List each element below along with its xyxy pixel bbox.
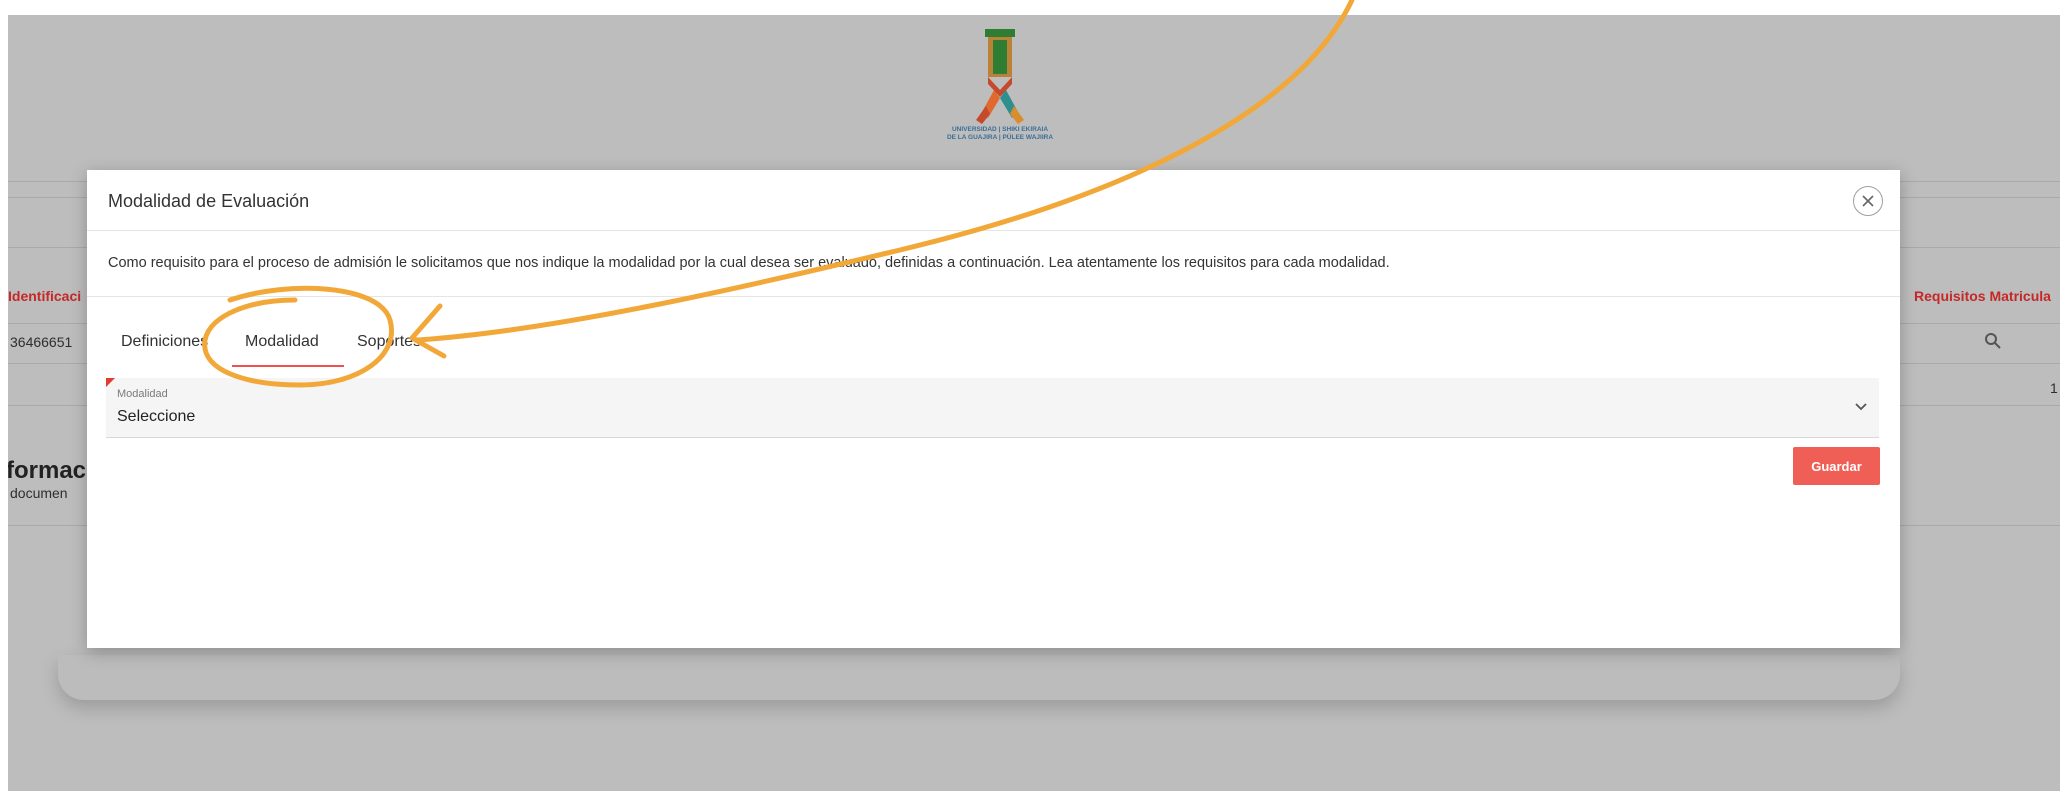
modalidad-evaluacion-modal: Modalidad de Evaluación Como requisito p… bbox=[87, 170, 1900, 648]
logo-text: UNIVERSIDAD | SHIKI EKIRAIA DE LA GUAJIR… bbox=[946, 126, 1054, 141]
background-card bbox=[58, 655, 1900, 700]
select-value: Seleccione bbox=[117, 408, 196, 425]
tab-soportes[interactable]: Soportes bbox=[357, 333, 421, 351]
search-icon[interactable] bbox=[1984, 332, 2002, 350]
required-marker bbox=[106, 378, 115, 387]
modal-divider bbox=[87, 296, 1900, 297]
tab-modalidad[interactable]: Modalidad bbox=[245, 333, 319, 351]
save-button[interactable]: Guardar bbox=[1793, 447, 1880, 485]
close-icon bbox=[1862, 195, 1874, 207]
modal-header: Modalidad de Evaluación bbox=[87, 170, 1900, 231]
row-count: 1 bbox=[2050, 380, 2058, 396]
select-label: Modalidad bbox=[117, 388, 168, 400]
modalidad-select[interactable]: Modalidad Seleccione bbox=[106, 378, 1879, 438]
modal-description: Como requisito para el proceso de admisi… bbox=[108, 255, 1390, 271]
active-tab-indicator bbox=[232, 365, 344, 367]
modal-title: Modalidad de Evaluación bbox=[108, 191, 310, 211]
row-identificacion: 36466651 bbox=[10, 334, 73, 350]
section-subtitle: documen bbox=[10, 485, 68, 501]
section-title: formaci bbox=[8, 457, 93, 484]
column-header-requisitos: Requisitos Matricula bbox=[1914, 288, 2051, 304]
column-header-identificacion: Identificaci bbox=[8, 288, 82, 304]
chevron-down-icon bbox=[1855, 403, 1867, 411]
close-button[interactable] bbox=[1853, 186, 1883, 216]
tab-definiciones[interactable]: Definiciones bbox=[121, 333, 208, 351]
